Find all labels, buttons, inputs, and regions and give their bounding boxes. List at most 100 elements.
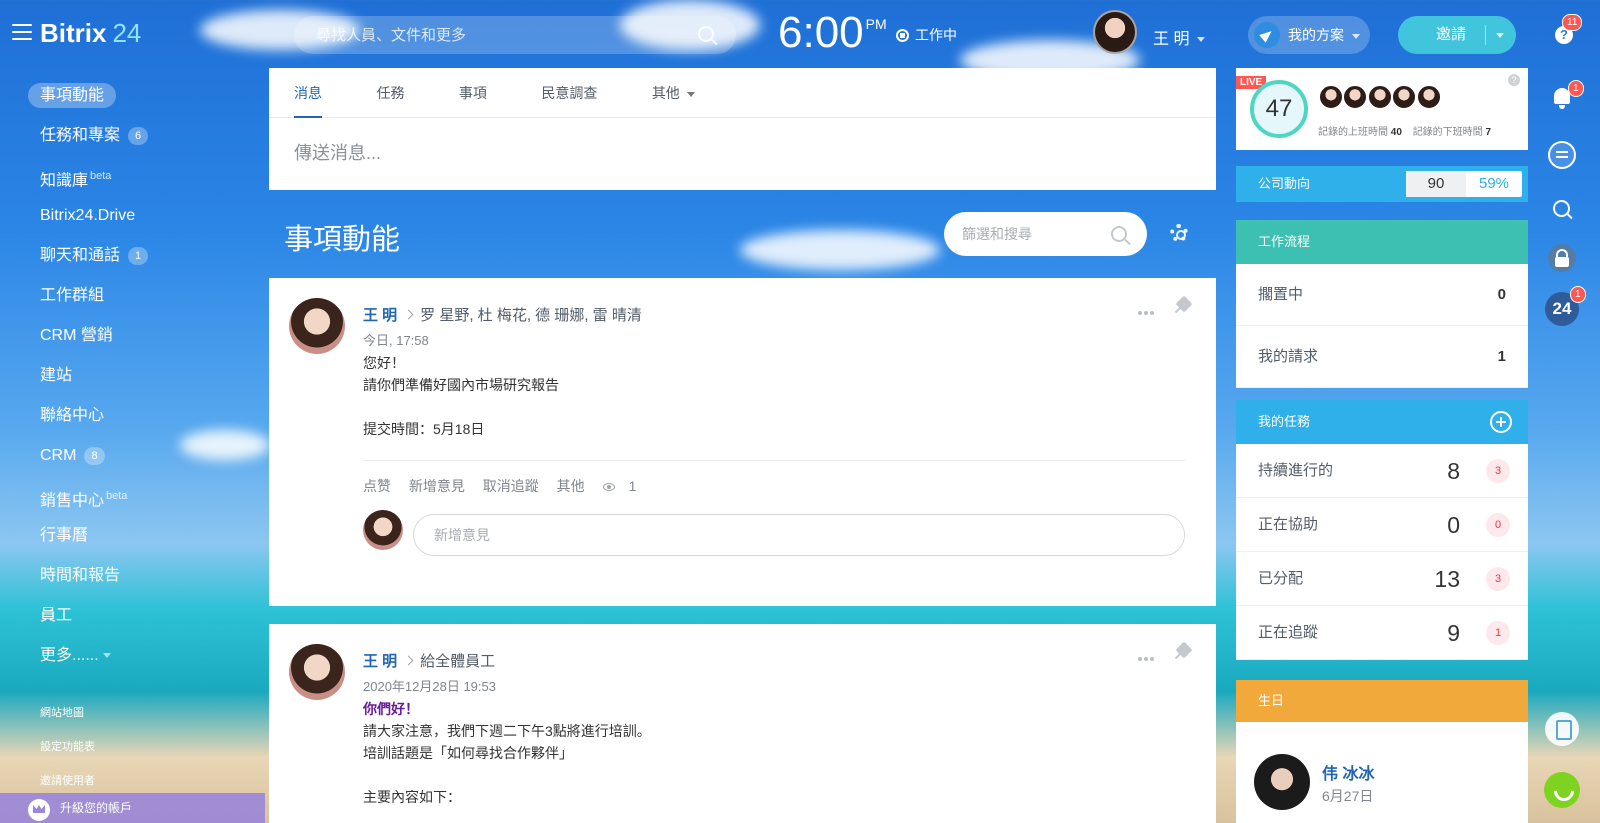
help-icon[interactable]: ? bbox=[1508, 74, 1520, 86]
gear-icon[interactable] bbox=[1170, 224, 1188, 242]
sidebar-item-more[interactable]: 更多...... bbox=[0, 636, 265, 676]
document-icon[interactable] bbox=[1545, 712, 1579, 746]
sidebar-item-calendar[interactable]: 行事曆 bbox=[0, 516, 265, 556]
tasks-row-assigned[interactable]: 已分配 13 3 bbox=[1236, 552, 1528, 606]
pin-icon[interactable] bbox=[1175, 641, 1193, 659]
sidebar-item-label: CRM bbox=[40, 447, 77, 464]
my-tasks-panel: 我的任務 持續進行的 8 3 正在協助 0 0 已分配 13 3 正在追蹤 9 1 bbox=[1236, 400, 1528, 660]
user-avatar[interactable] bbox=[1093, 10, 1137, 54]
author-avatar[interactable] bbox=[289, 644, 345, 700]
post-author[interactable]: 王 明 bbox=[363, 307, 397, 324]
global-search bbox=[294, 16, 736, 54]
tasks-row-ongoing[interactable]: 持續進行的 8 3 bbox=[1236, 444, 1528, 498]
sidebar-item-tasks[interactable]: 任務和專案 6 bbox=[0, 116, 265, 156]
comment-input[interactable]: 新增意見 bbox=[413, 514, 1185, 556]
workflow-row-pending[interactable]: 擱置中 0 bbox=[1236, 264, 1528, 326]
clock[interactable]: 6:00 PM bbox=[778, 8, 887, 58]
birthday-person-name[interactable]: 伟 冰冰 bbox=[1322, 760, 1374, 784]
add-task-icon[interactable] bbox=[1490, 411, 1512, 433]
invite-button[interactable]: 邀請 bbox=[1398, 16, 1516, 54]
post-recipients[interactable]: 罗 星野, 杜 梅花, 德 珊娜, 雷 晴清 bbox=[420, 307, 642, 324]
avatar[interactable] bbox=[1391, 84, 1418, 110]
lock-icon[interactable] bbox=[1548, 244, 1576, 272]
configure-menu-link[interactable]: 設定功能表 bbox=[0, 730, 265, 764]
phone-icon[interactable] bbox=[1544, 772, 1580, 808]
company-pulse[interactable]: 公司動向 90 59% bbox=[1236, 166, 1528, 202]
sidebar-item-sites[interactable]: 建站 bbox=[0, 356, 265, 396]
filter-search-input[interactable] bbox=[944, 212, 1094, 256]
unfollow-button[interactable]: 取消追蹤 bbox=[483, 478, 539, 494]
post-line: 培訓話題是「如何尋找合作夥伴」 bbox=[363, 745, 573, 761]
chevron-down-icon bbox=[686, 91, 695, 97]
sidebar-item-chat[interactable]: 聊天和通話 1 bbox=[0, 236, 265, 276]
chevron-down-icon bbox=[1352, 33, 1360, 39]
avatar[interactable] bbox=[1318, 84, 1344, 110]
search-icon[interactable] bbox=[1548, 196, 1576, 224]
work-status-label: 工作中 bbox=[915, 27, 957, 43]
sidebar-item-crm[interactable]: CRM 8 bbox=[0, 436, 265, 476]
more-options-icon[interactable] bbox=[1138, 302, 1156, 315]
timeman-live-widget[interactable]: LIVE 47 記錄的上班時間 40 記錄的下班時間 7 ? bbox=[1236, 68, 1528, 150]
workflow-row-label: 我的請求 bbox=[1258, 348, 1319, 365]
sidebar-item-workgroups[interactable]: 工作群組 bbox=[0, 276, 265, 316]
tab-poll[interactable]: 民意調查 bbox=[541, 68, 597, 118]
author-avatar[interactable] bbox=[289, 298, 345, 354]
app-logo[interactable]: Bitrix 24 bbox=[40, 18, 141, 49]
sidebar-item-sales-center[interactable]: 銷售中心 beta bbox=[0, 476, 265, 516]
add-comment-button[interactable]: 新增意見 bbox=[409, 478, 465, 494]
checked-out-count: 7 bbox=[1485, 127, 1492, 138]
like-button[interactable]: 点赞 bbox=[363, 478, 391, 494]
tab-more[interactable]: 其他 bbox=[652, 68, 695, 118]
post-author[interactable]: 王 明 bbox=[363, 653, 397, 670]
upgrade-account-button[interactable]: 升級您的帳戶 bbox=[0, 793, 265, 823]
post-body: 您好！ 請你們準備好國內市場研究報告 提交時間：5月18日 bbox=[363, 352, 559, 440]
sidebar-item-drive[interactable]: Bitrix24.Drive bbox=[0, 196, 265, 236]
tasks-row-following[interactable]: 正在追蹤 9 1 bbox=[1236, 606, 1528, 660]
page-title: 事項動能 bbox=[284, 224, 401, 256]
workflow-row-my-requests[interactable]: 我的請求 1 bbox=[1236, 326, 1528, 388]
post-header: 王 明 罗 星野, 杜 梅花, 德 珊娜, 雷 晴清 bbox=[363, 304, 642, 325]
post-recipients[interactable]: 給全體員工 bbox=[420, 653, 495, 670]
search-icon[interactable] bbox=[1111, 226, 1127, 242]
sidebar-item-label: 聊天和通話 bbox=[40, 247, 121, 264]
more-actions-button[interactable]: 其他 bbox=[557, 478, 585, 494]
tab-task[interactable]: 任務 bbox=[376, 68, 404, 118]
views-counter[interactable]: 1 bbox=[602, 478, 651, 494]
avatar[interactable] bbox=[1254, 754, 1310, 810]
send-message-input[interactable]: 傳送消息... bbox=[269, 118, 1216, 188]
feed-filter bbox=[944, 212, 1147, 256]
search-icon[interactable] bbox=[698, 26, 714, 42]
tasks-row-badge: 3 bbox=[1486, 459, 1510, 483]
hamburger-menu-icon[interactable] bbox=[12, 24, 32, 40]
sidebar-item-time-reports[interactable]: 時間和報告 bbox=[0, 556, 265, 596]
post-actions: 点赞 新增意見 取消追蹤 其他 1 bbox=[363, 476, 664, 496]
sidebar-item-employees[interactable]: 員工 bbox=[0, 596, 265, 636]
avatar[interactable] bbox=[1415, 84, 1442, 110]
tab-event[interactable]: 事項 bbox=[459, 68, 487, 118]
avatar[interactable] bbox=[1342, 84, 1369, 110]
sidebar-item-label: 行事曆 bbox=[40, 527, 89, 544]
chat-icon[interactable] bbox=[1548, 141, 1576, 169]
chevron-right-icon bbox=[403, 309, 414, 320]
clock-ampm: PM bbox=[865, 16, 887, 32]
post-time[interactable]: 2020年12月28日 19:53 bbox=[363, 676, 496, 695]
user-name: 王 明 bbox=[1153, 31, 1190, 48]
sidebar-item-knowledge-base[interactable]: 知識庫 beta bbox=[0, 156, 265, 196]
pin-icon[interactable] bbox=[1175, 295, 1193, 313]
sidebar-item-activity-stream[interactable]: 事項動能 bbox=[0, 76, 265, 116]
tasks-row-value: 8 bbox=[1447, 458, 1460, 484]
more-options-icon[interactable] bbox=[1138, 648, 1156, 661]
tab-message[interactable]: 消息 bbox=[294, 68, 322, 118]
sidebar-item-crm-marketing[interactable]: CRM 營銷 bbox=[0, 316, 265, 356]
chevron-down-icon[interactable] bbox=[1496, 33, 1504, 38]
global-search-input[interactable] bbox=[294, 16, 674, 54]
post-time[interactable]: 今日, 17:58 bbox=[363, 330, 429, 349]
sidebar-item-label: 建站 bbox=[40, 367, 73, 384]
sitemap-link[interactable]: 網站地圖 bbox=[0, 696, 265, 730]
my-plan-button[interactable]: 我的方案 bbox=[1248, 16, 1370, 54]
avatar[interactable] bbox=[1366, 84, 1393, 110]
work-status[interactable]: 工作中 bbox=[896, 25, 957, 45]
user-menu[interactable]: 王 明 bbox=[1153, 25, 1206, 49]
tasks-row-assisting[interactable]: 正在協助 0 0 bbox=[1236, 498, 1528, 552]
sidebar-item-contact-center[interactable]: 聯絡中心 bbox=[0, 396, 265, 436]
